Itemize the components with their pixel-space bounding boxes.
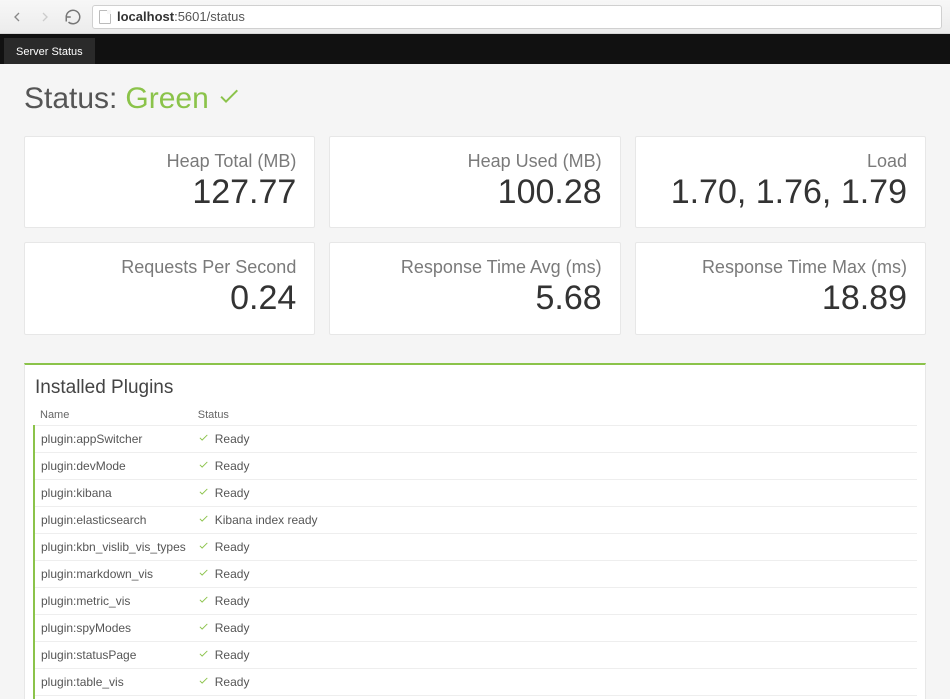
- table-row: plugin:markdown_vis Ready: [34, 560, 917, 587]
- plugins-table: Name Status plugin:appSwitcherReadyplugi…: [33, 405, 917, 699]
- metric-value: 127.77: [43, 174, 296, 211]
- table-row: plugin:elasticsearch Kibana index ready: [34, 506, 917, 533]
- page-content: Status: Green Heap Total (MB) 127.77 Hea…: [0, 64, 950, 699]
- plugin-status-text: Ready: [215, 432, 250, 446]
- plugin-name: plugin:spyModes: [34, 614, 192, 641]
- plugin-status: Ready: [192, 587, 917, 614]
- status-heading: Status: Green: [24, 82, 926, 116]
- reload-button[interactable]: [64, 8, 82, 26]
- back-button[interactable]: [8, 8, 26, 26]
- metric-value: 1.70, 1.76, 1.79: [654, 174, 907, 211]
- check-icon: [198, 432, 209, 446]
- check-icon: [198, 675, 209, 689]
- plugin-status-text: Ready: [215, 459, 250, 473]
- metric-value: 100.28: [348, 174, 601, 211]
- check-icon: [198, 486, 209, 500]
- plugin-name: plugin:table_vis: [34, 668, 192, 695]
- plugin-status: Ready: [192, 452, 917, 479]
- check-icon: [198, 648, 209, 662]
- check-icon: [198, 513, 209, 527]
- check-icon: [198, 540, 209, 554]
- plugin-status-text: Ready: [215, 567, 250, 581]
- metric-title: Requests Per Second: [43, 257, 296, 278]
- plugin-name: plugin:appSwitcher: [34, 425, 192, 452]
- url-host: localhost: [117, 9, 174, 24]
- address-bar[interactable]: localhost:5601/status: [92, 5, 942, 29]
- check-icon: [198, 567, 209, 581]
- plugin-name: plugin:testsBundle: [34, 695, 192, 699]
- plugin-name: plugin:elasticsearch: [34, 506, 192, 533]
- plugin-status: Ready: [192, 641, 917, 668]
- plugin-status: Kibana index ready: [192, 506, 917, 533]
- browser-chrome: localhost:5601/status: [0, 0, 950, 34]
- check-icon: [198, 459, 209, 473]
- metric-load: Load 1.70, 1.76, 1.79: [635, 136, 926, 228]
- check-icon: [217, 82, 241, 116]
- plugin-status: Ready: [192, 668, 917, 695]
- forward-button[interactable]: [36, 8, 54, 26]
- app-nav: Server Status: [0, 34, 950, 64]
- table-row: plugin:table_vis Ready: [34, 668, 917, 695]
- plugin-status-text: Ready: [215, 594, 250, 608]
- plugin-status-text: Ready: [215, 486, 250, 500]
- url-rest: :5601/status: [174, 9, 245, 24]
- plugin-status-text: Ready: [215, 621, 250, 635]
- plugin-name: plugin:statusPage: [34, 641, 192, 668]
- check-icon: [198, 594, 209, 608]
- plugin-status: Ready: [192, 695, 917, 699]
- check-icon: [198, 621, 209, 635]
- plugins-heading: Installed Plugins: [35, 377, 915, 399]
- plugin-status-text: Kibana index ready: [215, 513, 318, 527]
- plugin-name: plugin:kbn_vislib_vis_types: [34, 533, 192, 560]
- metric-value: 0.24: [43, 280, 296, 317]
- plugin-status: Ready: [192, 533, 917, 560]
- metric-heap-total: Heap Total (MB) 127.77: [24, 136, 315, 228]
- metric-value: 18.89: [654, 280, 907, 317]
- plugin-status-text: Ready: [215, 675, 250, 689]
- plugin-name: plugin:kibana: [34, 479, 192, 506]
- table-row: plugin:statusPage Ready: [34, 641, 917, 668]
- table-row: plugin:kibana Ready: [34, 479, 917, 506]
- col-status: Status: [192, 405, 917, 426]
- col-name: Name: [34, 405, 192, 426]
- metric-title: Load: [654, 151, 907, 172]
- plugin-status-text: Ready: [215, 540, 250, 554]
- table-row: plugin:metric_vis Ready: [34, 587, 917, 614]
- metric-title: Heap Used (MB): [348, 151, 601, 172]
- table-row: plugin:testsBundleReady: [34, 695, 917, 699]
- plugin-status: Ready: [192, 425, 917, 452]
- plugin-name: plugin:markdown_vis: [34, 560, 192, 587]
- plugin-status-text: Ready: [215, 648, 250, 662]
- tab-server-status[interactable]: Server Status: [4, 38, 95, 64]
- metric-rt-max: Response Time Max (ms) 18.89: [635, 242, 926, 334]
- plugin-status: Ready: [192, 479, 917, 506]
- metric-title: Heap Total (MB): [43, 151, 296, 172]
- table-row: plugin:devMode Ready: [34, 452, 917, 479]
- metric-title: Response Time Max (ms): [654, 257, 907, 278]
- metric-heap-used: Heap Used (MB) 100.28: [329, 136, 620, 228]
- metric-value: 5.68: [348, 280, 601, 317]
- metric-title: Response Time Avg (ms): [348, 257, 601, 278]
- metrics-grid: Heap Total (MB) 127.77 Heap Used (MB) 10…: [24, 136, 926, 335]
- plugin-name: plugin:metric_vis: [34, 587, 192, 614]
- plugin-status: Ready: [192, 560, 917, 587]
- table-row: plugin:spyModes Ready: [34, 614, 917, 641]
- plugin-name: plugin:devMode: [34, 452, 192, 479]
- metric-rt-avg: Response Time Avg (ms) 5.68: [329, 242, 620, 334]
- metric-rps: Requests Per Second 0.24: [24, 242, 315, 334]
- plugins-panel: Installed Plugins Name Status plugin:app…: [24, 363, 926, 699]
- table-row: plugin:appSwitcher Ready: [34, 425, 917, 452]
- plugin-status: Ready: [192, 614, 917, 641]
- status-value: Green: [125, 82, 208, 116]
- status-prefix: Status:: [24, 82, 117, 116]
- table-row: plugin:kbn_vislib_vis_types Ready: [34, 533, 917, 560]
- page-icon: [99, 10, 111, 24]
- url-text: localhost:5601/status: [117, 9, 245, 24]
